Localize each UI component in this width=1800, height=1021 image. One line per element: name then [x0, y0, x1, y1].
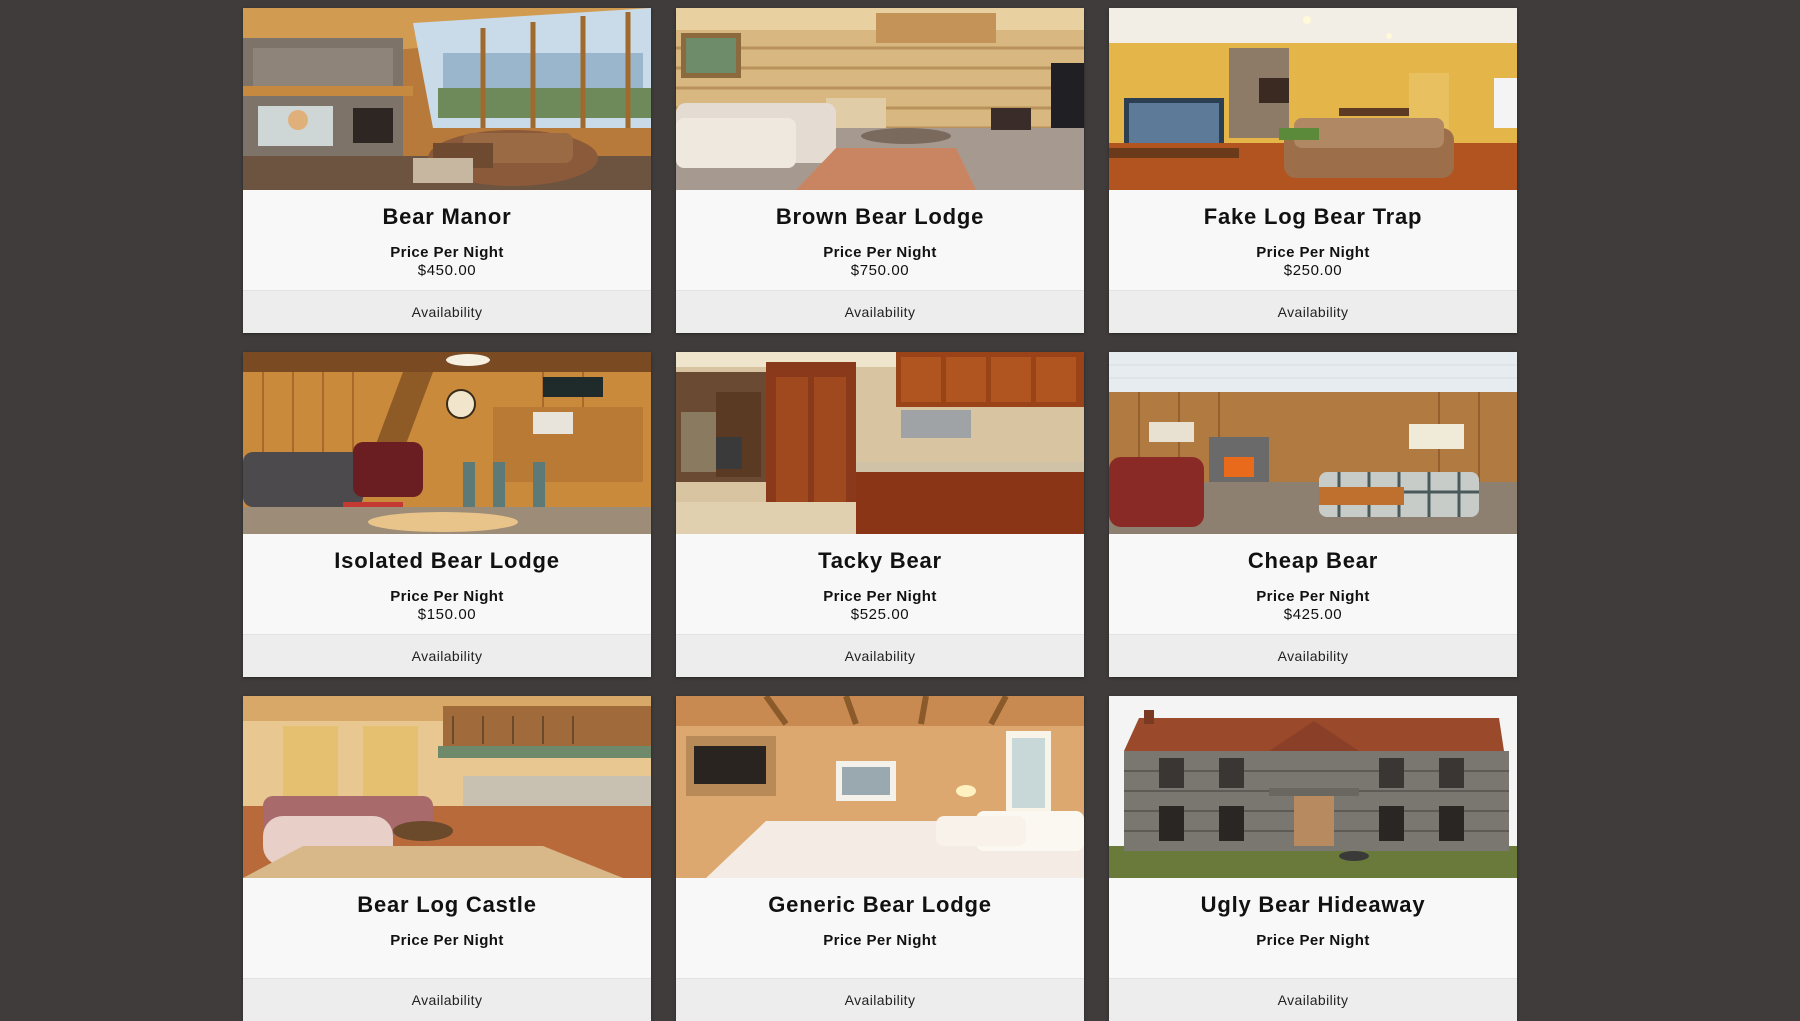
listing-card: Fake Log Bear Trap Price Per Night $250.…: [1109, 8, 1517, 333]
price-label: Price Per Night: [390, 588, 504, 605]
listing-info: Fake Log Bear Trap Price Per Night $250.…: [1109, 190, 1517, 290]
abandoned-house-photo: [1109, 696, 1517, 878]
listing-title: Generic Bear Lodge: [768, 892, 992, 917]
listing-card: Ugly Bear Hideaway Price Per Night Avail…: [1109, 696, 1517, 1021]
availability-button[interactable]: Availability: [676, 290, 1084, 333]
listing-info: Cheap Bear Price Per Night $425.00: [1109, 534, 1517, 634]
listing-info: Tacky Bear Price Per Night $525.00: [676, 534, 1084, 634]
listing-photo[interactable]: [676, 352, 1084, 534]
listing-photo[interactable]: [676, 8, 1084, 190]
price-value: $425.00: [1283, 606, 1343, 623]
listing-photo[interactable]: [243, 696, 651, 878]
listing-card: Bear Log Castle Price Per Night Availabi…: [243, 696, 651, 1021]
wood-lounge-photo: [243, 352, 651, 534]
listing-title: Tacky Bear: [818, 548, 942, 573]
availability-button[interactable]: Availability: [1109, 978, 1517, 1021]
listing-photo[interactable]: [243, 352, 651, 534]
availability-button[interactable]: Availability: [1109, 634, 1517, 677]
price-value: $525.00: [850, 606, 910, 623]
price-label: Price Per Night: [390, 244, 504, 261]
listing-card: Generic Bear Lodge Price Per Night Avail…: [676, 696, 1084, 1021]
tv-living-room-photo: [1109, 8, 1517, 190]
availability-button[interactable]: Availability: [243, 290, 651, 333]
price-value: $450.00: [417, 262, 477, 279]
kitchen-photo: [676, 352, 1084, 534]
listing-info: Isolated Bear Lodge Price Per Night $150…: [243, 534, 651, 634]
listing-photo[interactable]: [1109, 696, 1517, 878]
price-label: Price Per Night: [823, 932, 937, 949]
great-room-photo: [243, 8, 651, 190]
price-value: $750.00: [850, 262, 910, 279]
listing-photo[interactable]: [1109, 352, 1517, 534]
listing-photo[interactable]: [676, 696, 1084, 878]
price-label: Price Per Night: [1256, 588, 1370, 605]
listing-title: Brown Bear Lodge: [775, 204, 985, 229]
bedroom-photo: [676, 696, 1084, 878]
listing-card: Cheap Bear Price Per Night $425.00 Avail…: [1109, 352, 1517, 677]
availability-button[interactable]: Availability: [243, 978, 651, 1021]
plaid-living-room-photo: [1109, 352, 1517, 534]
listing-photo[interactable]: [243, 8, 651, 190]
listing-title: Bear Manor: [382, 204, 512, 229]
price-label: Price Per Night: [823, 588, 937, 605]
listing-card: Bear Manor Price Per Night $450.00 Avail…: [243, 8, 651, 333]
listing-title: Bear Log Castle: [357, 892, 537, 917]
price-label: Price Per Night: [823, 244, 937, 261]
listing-info: Brown Bear Lodge Price Per Night $750.00: [676, 190, 1084, 290]
listing-info: Bear Manor Price Per Night $450.00: [243, 190, 651, 290]
loft-living-room-photo: [243, 696, 651, 878]
listing-card: Tacky Bear Price Per Night $525.00 Avail…: [676, 352, 1084, 677]
listing-card: Isolated Bear Lodge Price Per Night $150…: [243, 352, 651, 677]
price-value: $150.00: [417, 606, 477, 623]
availability-button[interactable]: Availability: [1109, 290, 1517, 333]
log-cabin-photo: [676, 8, 1084, 190]
listing-title: Ugly Bear Hideaway: [1200, 892, 1426, 917]
listing-info: Generic Bear Lodge Price Per Night: [676, 878, 1084, 978]
price-label: Price Per Night: [1256, 244, 1370, 261]
listing-card: Brown Bear Lodge Price Per Night $750.00…: [676, 8, 1084, 333]
listing-info: Ugly Bear Hideaway Price Per Night: [1109, 878, 1517, 978]
availability-button[interactable]: Availability: [676, 634, 1084, 677]
price-label: Price Per Night: [1256, 932, 1370, 949]
listing-info: Bear Log Castle Price Per Night: [243, 878, 651, 978]
listing-grid: Bear Manor Price Per Night $450.00 Avail…: [243, 8, 1517, 1021]
price-value: $250.00: [1283, 262, 1343, 279]
listing-title: Cheap Bear: [1247, 548, 1379, 573]
listing-title: Fake Log Bear Trap: [1203, 204, 1423, 229]
price-label: Price Per Night: [390, 932, 504, 949]
listing-photo[interactable]: [1109, 8, 1517, 190]
availability-button[interactable]: Availability: [243, 634, 651, 677]
availability-button[interactable]: Availability: [676, 978, 1084, 1021]
listing-title: Isolated Bear Lodge: [334, 548, 560, 573]
